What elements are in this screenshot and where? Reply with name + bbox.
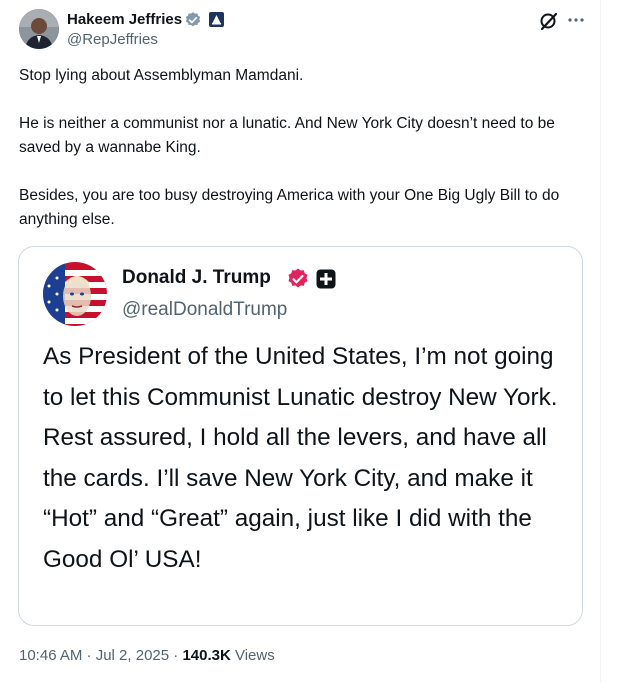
author-handle[interactable]: @RepJeffries [67,30,158,50]
author-name[interactable]: Hakeem Jeffries [67,10,182,30]
views-count[interactable]: 140.3K [182,647,230,664]
quote-author-handle[interactable]: @realDonaldTrump [122,297,287,323]
tweet-paragraph: He is neither a communist nor a lunatic.… [19,115,555,156]
tweet-text: Stop lying about Assemblyman Mamdani. He… [19,64,594,232]
government-badge-icon[interactable] [209,12,224,27]
quote-avatar[interactable] [43,262,107,326]
tweet-paragraph: Stop lying about Assemblyman Mamdani. [19,67,304,84]
more-icon[interactable] [566,10,586,30]
verified-gray-icon[interactable] [184,11,202,29]
timestamp[interactable]: 10:46 AM · Jul 2, 2025 [19,647,169,664]
tweet-metadata: 10:46 AM · Jul 2, 2025 · 140.3K Views [19,646,275,666]
quote-author-name[interactable]: Donald J. Trump [122,265,271,291]
quote-text: As President of the United States, I’m n… [43,343,558,573]
quoted-post[interactable]: Donald J. Trump @realDonaldTrump As Pres… [18,246,583,626]
meta-separator: · [169,647,183,664]
tweet-paragraph: Besides, you are too busy destroying Ame… [19,187,560,228]
author-avatar[interactable] [19,9,59,49]
verified-pink-icon[interactable] [286,267,310,291]
timeline-divider [600,0,601,683]
grok-icon[interactable] [538,10,560,32]
views-label: Views [230,647,275,664]
plus-badge-icon[interactable] [316,269,336,289]
